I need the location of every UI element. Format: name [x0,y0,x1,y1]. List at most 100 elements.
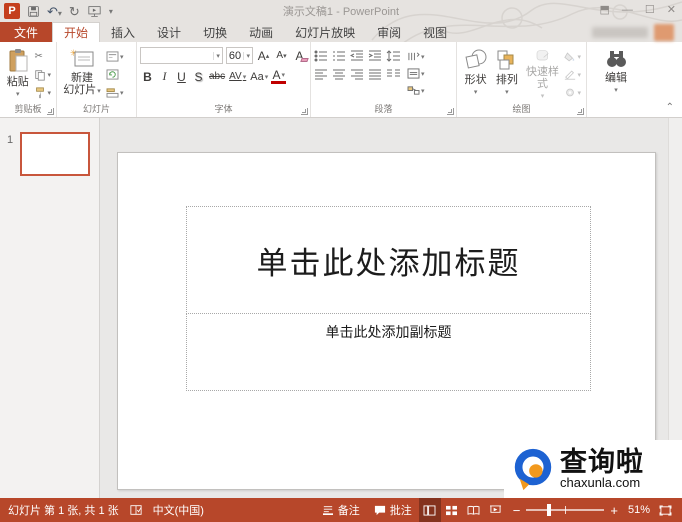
powerpoint-app-icon[interactable]: P [4,3,20,19]
copy-icon [34,69,46,81]
arrange-button[interactable]: 排列 [491,45,522,103]
subtitle-placeholder[interactable]: 单击此处添加副标题 [186,313,591,391]
tab-home[interactable]: 开始 [52,22,100,42]
new-slide-button[interactable]: ✳ 新建 幻灯片 [60,45,104,103]
maximize-icon[interactable]: ☐ [645,2,655,18]
comments-button[interactable]: 批注 [367,498,419,522]
increase-indent-icon[interactable] [368,50,382,62]
notes-button[interactable]: 备注 [315,498,367,522]
clipboard-dialog-launcher[interactable] [47,108,54,115]
drawing-dialog-launcher[interactable] [577,108,584,115]
align-left-icon[interactable] [314,68,328,80]
start-slideshow-icon[interactable] [87,5,102,18]
tab-animations[interactable]: 动画 [238,22,284,42]
grow-font-button[interactable]: A▴ [256,47,271,64]
underline-button[interactable]: U [174,68,189,85]
save-icon[interactable] [27,5,40,18]
account-avatar[interactable] [654,24,674,41]
clear-formatting-button[interactable]: A [292,47,307,64]
slide-sorter-view-button[interactable] [441,498,463,522]
font-size-combobox[interactable]: 60▾ [226,47,253,64]
close-icon[interactable]: ✕ [667,2,676,18]
italic-button[interactable]: I [157,68,172,85]
shape-fill-button[interactable] [562,49,583,64]
slide-counter[interactable]: 幻灯片 第 1 张, 共 1 张 [8,502,119,518]
align-center-icon[interactable] [332,68,346,80]
shrink-font-button[interactable]: A▾ [274,47,289,64]
redo-icon[interactable]: ↻ [69,5,80,18]
text-direction-button[interactable] [405,49,427,64]
columns-icon[interactable] [386,68,401,80]
change-case-button[interactable]: Aa [249,68,269,85]
layout-button[interactable] [104,49,126,64]
editing-group: 编辑 [587,42,645,117]
shape-effects-button[interactable] [562,85,583,100]
status-bar: 幻灯片 第 1 张, 共 1 张 中文(中国) 备注 批注 [0,498,682,522]
zoom-level[interactable]: 51% [624,504,654,516]
tab-slideshow[interactable]: 幻灯片放映 [284,22,366,42]
quick-styles-button[interactable]: 快速样式 [523,45,563,103]
bullets-icon[interactable] [314,50,328,62]
undo-icon[interactable]: ↶▾ [47,5,62,18]
zoom-slider[interactable] [526,509,604,511]
collapse-ribbon-icon[interactable]: ⌃ [666,102,674,113]
slide-thumbnail-number: 1 [7,134,13,146]
shapes-button[interactable]: 形状 [460,45,491,103]
comments-icon [374,505,386,516]
quick-access-toolbar: P ↶▾ ↻ ▾ [4,3,113,19]
font-name-combobox[interactable]: ▾ [140,47,223,64]
slideshow-view-button[interactable] [485,498,507,522]
tab-design[interactable]: 设计 [146,22,192,42]
shape-outline-icon [564,69,576,80]
zoom-slider-thumb[interactable] [547,504,551,516]
paste-button[interactable]: 粘贴 [3,45,32,103]
reset-slide-button[interactable] [104,67,126,82]
slide-thumbnail-1[interactable] [20,132,90,176]
cut-button[interactable]: ✂ [32,49,53,64]
tab-insert[interactable]: 插入 [100,22,146,42]
ribbon-display-options-icon[interactable]: ⬒ [600,2,610,18]
normal-view-button[interactable] [419,498,441,522]
language-indicator[interactable]: 中文(中国) [153,502,204,518]
format-painter-icon [34,87,46,99]
copy-button[interactable] [32,67,53,82]
tab-view[interactable]: 视图 [412,22,458,42]
tab-file[interactable]: 文件 [0,22,52,42]
editing-canvas: 单击此处添加标题 单击此处添加副标题 查询啦 chaxunla.com [100,118,682,498]
decrease-indent-icon[interactable] [350,50,364,62]
character-spacing-button[interactable]: AV [228,68,247,85]
normal-view-icon [423,505,436,516]
new-slide-icon: ✳ [69,48,95,70]
paragraph-dialog-launcher[interactable] [447,108,454,115]
align-right-icon[interactable] [350,68,364,80]
zoom-in-button[interactable]: + [610,504,618,517]
spellcheck-icon[interactable] [129,504,143,516]
customize-qat-icon[interactable]: ▾ [109,7,113,16]
font-dialog-launcher[interactable] [301,108,308,115]
strikethrough-button[interactable]: abc [208,68,226,85]
section-button[interactable] [104,85,126,100]
bold-button[interactable]: B [140,68,155,85]
editing-button[interactable]: 编辑 [598,45,634,103]
shapes-icon [463,48,489,72]
text-shadow-button[interactable]: S [191,68,206,85]
reading-view-button[interactable] [463,498,485,522]
slide-thumbnail-pane: 1 [0,118,100,498]
work-area: 1 单击此处添加标题 单击此处添加副标题 查询啦 [0,118,682,498]
font-color-button[interactable]: A [271,70,286,84]
line-spacing-icon[interactable] [386,50,401,62]
format-painter-button[interactable] [32,85,53,100]
title-placeholder[interactable]: 单击此处添加标题 [186,206,591,314]
numbering-icon[interactable] [332,50,346,62]
tab-transitions[interactable]: 切换 [192,22,238,42]
notes-label: 备注 [338,502,360,518]
tab-review[interactable]: 审阅 [366,22,412,42]
align-text-button[interactable] [405,66,427,81]
fit-slide-to-window-button[interactable] [654,498,676,522]
shape-outline-button[interactable] [562,67,583,82]
convert-to-smartart-button[interactable] [405,83,427,98]
zoom-out-button[interactable]: − [513,504,521,517]
minimize-icon[interactable]: — [622,2,633,18]
zoom-slider-midpoint [565,506,566,514]
justify-icon[interactable] [368,68,382,80]
